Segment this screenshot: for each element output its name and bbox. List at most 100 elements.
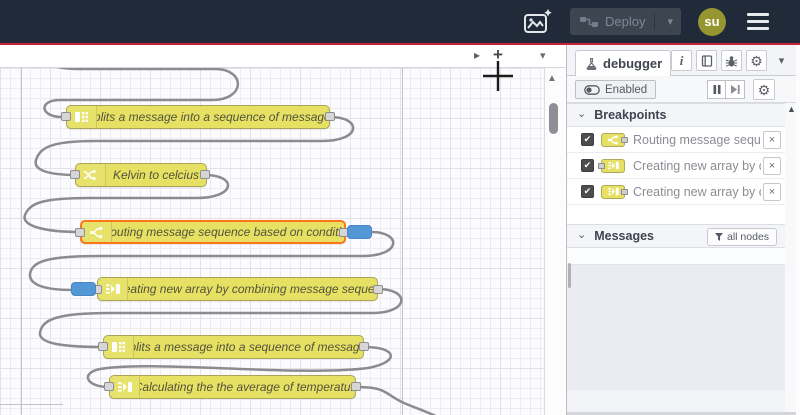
tab-debugger[interactable]: debugger [575, 50, 671, 76]
sidebar-tab-bar: debugger i ⚙ ▾ [567, 45, 800, 76]
breakpoint-checkbox[interactable]: ✔ [581, 133, 594, 146]
node-split-2-output-port[interactable] [359, 342, 369, 351]
toggle-icon [584, 84, 600, 95]
user-avatar[interactable]: su [698, 7, 726, 36]
section-chevron-icon: ⌄ [577, 228, 587, 241]
mini-output-port [621, 188, 628, 195]
help-book-button[interactable] [696, 50, 717, 71]
join-icon [98, 278, 128, 300]
close-icon: × [768, 185, 776, 198]
close-icon: × [768, 133, 776, 146]
mini-input-port [598, 162, 605, 169]
pause-button[interactable] [707, 80, 726, 99]
node-join-average[interactable]: Calculating the the average of temperatu… [109, 375, 356, 399]
join-icon [110, 376, 140, 398]
node-join-average-input-port[interactable] [104, 382, 114, 391]
filter-label: all nodes [727, 231, 770, 243]
node-label: Routing message sequence based on condit… [112, 225, 344, 239]
remove-breakpoint-button[interactable]: × [763, 182, 781, 201]
filter-funnel-icon [715, 233, 723, 241]
tab-scroll-icon[interactable]: ▸ [474, 48, 480, 62]
debugger-tab-label: debugger [603, 56, 663, 71]
sidebar-scrollbar-thumb[interactable] [568, 263, 571, 288]
enabled-label: Enabled [605, 83, 648, 96]
step-button[interactable] [726, 80, 745, 99]
bug-icon [725, 55, 738, 67]
debug-bug-button[interactable] [721, 50, 742, 71]
split-icon [104, 336, 134, 358]
breakpoint-marker-output[interactable] [347, 225, 372, 239]
messages-empty-area-lower [567, 390, 785, 412]
sidebar-scroll-gutter [785, 103, 796, 412]
node-split-2[interactable]: Splits a message into a sequence of mess… [103, 335, 364, 359]
deploy-button[interactable]: Deploy ▾ [570, 8, 681, 35]
switch-icon [82, 222, 112, 242]
header-bar: Deploy ▾ su [0, 0, 800, 43]
node-label: Splits a message into a sequence of mess… [97, 110, 329, 124]
message-filter-button[interactable]: all nodes [707, 228, 778, 246]
messages-title: Messages [594, 229, 654, 243]
node-red-window: Deploy ▾ su ▸ + ▾ Splits a message into … [0, 0, 800, 415]
breakpoint-label: Routing message sequence ba [633, 132, 761, 147]
node-join-array-output-port[interactable] [373, 285, 383, 294]
close-icon: × [768, 159, 776, 172]
sidebar-settings-button[interactable]: ⚙ [746, 50, 767, 71]
info-button[interactable]: i [671, 50, 692, 71]
sidebar: debugger i ⚙ ▾ Enabled ⚙ ⌄ Breakpoints ✔… [566, 45, 800, 415]
breakpoint-checkbox[interactable]: ✔ [581, 159, 594, 172]
check-icon: ✔ [583, 186, 592, 196]
change-icon [76, 164, 106, 186]
node-join-average-output-port[interactable] [351, 382, 361, 391]
deploy-dropdown-icon[interactable]: ▾ [662, 15, 673, 28]
deploy-separator [654, 13, 656, 30]
gear-icon: ⚙ [757, 81, 771, 98]
node-split-1-output-port[interactable] [325, 112, 335, 121]
wire-outgoing[interactable] [355, 385, 440, 415]
node-change-kelvin[interactable]: Kelvin to celcius [75, 163, 207, 187]
messages-section-header[interactable]: ⌄ Messages all nodes [567, 224, 785, 248]
remove-breakpoint-button[interactable]: × [763, 156, 781, 175]
flask-icon [586, 57, 597, 70]
node-change-input-port[interactable] [70, 170, 80, 179]
step-icon [730, 85, 740, 94]
main-menu-icon[interactable] [743, 9, 773, 34]
node-label: Kelvin to celcius [112, 168, 200, 182]
debugger-settings-button[interactable]: ⚙ [753, 79, 775, 100]
node-change-output-port[interactable] [200, 170, 210, 179]
breakpoint-checkbox[interactable]: ✔ [581, 185, 594, 198]
remove-breakpoint-button[interactable]: × [763, 130, 781, 149]
flow-list-chevron-icon[interactable]: ▾ [540, 49, 546, 62]
mini-join-node-icon [598, 158, 625, 173]
node-switch-routing[interactable]: Routing message sequence based on condit… [80, 220, 346, 244]
pause-step-group [707, 80, 745, 99]
breakpoints-title: Breakpoints [594, 108, 667, 122]
node-join-array[interactable]: Creating new array by combining message … [97, 277, 378, 301]
sidebar-menu-button[interactable]: ▾ [771, 50, 792, 71]
export-image-icon[interactable] [523, 8, 553, 35]
breakpoints-section-header[interactable]: ⌄ Breakpoints [567, 103, 785, 127]
canvas-scrollbar-thumb[interactable] [549, 103, 558, 134]
enabled-toggle-button[interactable]: Enabled [575, 80, 657, 99]
breakpoint-marker-input[interactable] [71, 282, 96, 296]
messages-empty-area [567, 265, 785, 390]
node-split-1-input-port[interactable] [61, 112, 71, 121]
node-label: Splits a message into a sequence of mess… [134, 340, 363, 354]
window-right-edge [796, 45, 800, 415]
book-icon [701, 54, 712, 67]
chevron-down-icon: ▾ [778, 55, 785, 67]
node-split-1[interactable]: Splits a message into a sequence of mess… [66, 105, 330, 129]
sidebar-scroll-up-icon[interactable]: ▲ [787, 104, 796, 114]
flow-canvas[interactable]: Splits a message into a sequence of mess… [0, 68, 544, 415]
split-icon [67, 106, 97, 128]
canvas-scroll-up-icon[interactable]: ▲ [547, 73, 557, 84]
breakpoint-row: ✔ Creating new array by combini × [567, 179, 785, 205]
node-label: Creating new array by combining message … [128, 282, 377, 296]
node-switch-input-port[interactable] [75, 228, 85, 237]
workspace-tab-bar: ▸ + ▾ [0, 45, 566, 68]
gear-icon: ⚙ [750, 52, 763, 69]
node-split-2-input-port[interactable] [98, 342, 108, 351]
mini-join-node-icon [601, 184, 628, 199]
deploy-label: Deploy [605, 14, 646, 29]
info-icon: i [679, 52, 684, 68]
messages-empty-row [567, 248, 785, 265]
